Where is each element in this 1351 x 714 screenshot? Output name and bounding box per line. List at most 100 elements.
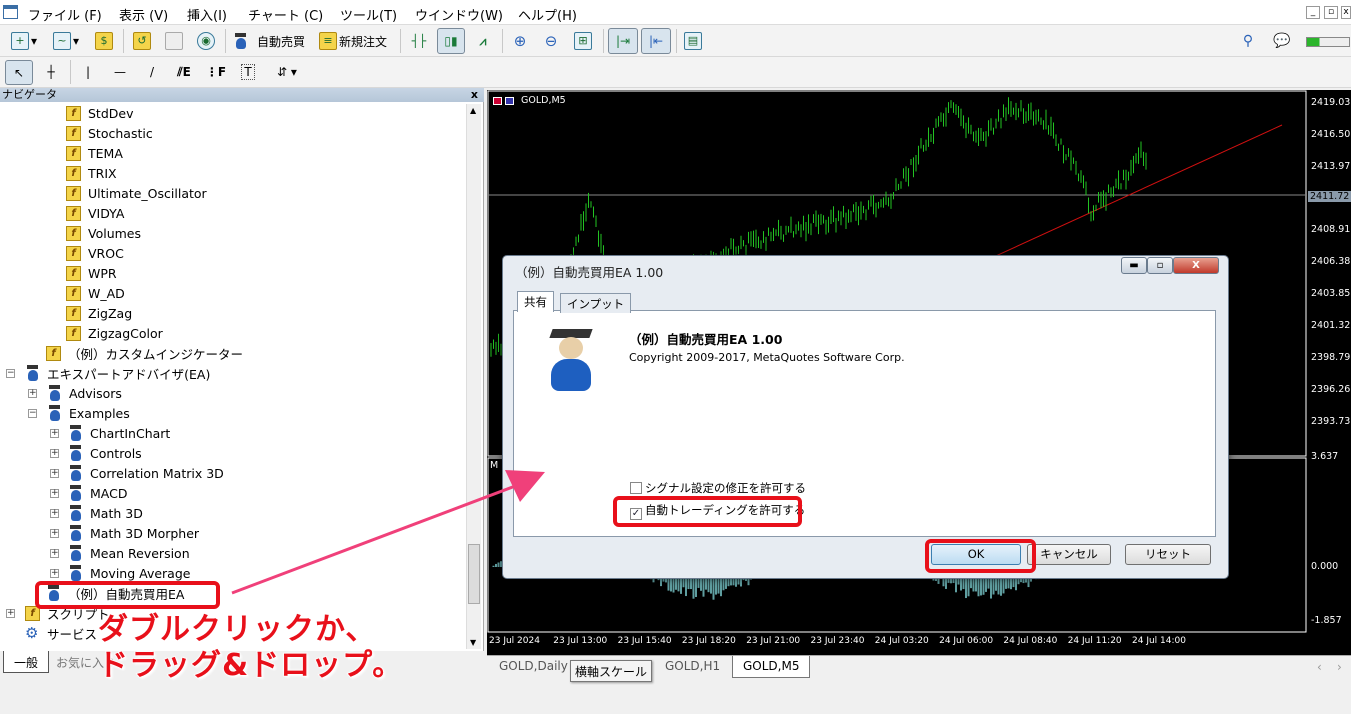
nav-examples[interactable]: Examples bbox=[47, 403, 130, 423]
chart-shift-button[interactable]: |⇤ bbox=[641, 28, 671, 54]
history-button[interactable]: ↺ bbox=[130, 29, 154, 53]
bar-chart-button[interactable]: ┤├ bbox=[406, 29, 432, 53]
menu-view[interactable]: 表示 (V) bbox=[119, 5, 168, 24]
auto-trading-button[interactable]: 自動売買 bbox=[232, 29, 306, 53]
zoom-out-button[interactable]: ⊖ bbox=[538, 29, 564, 53]
restore-button[interactable]: ▫ bbox=[1324, 6, 1338, 19]
nav-expert-advisors[interactable]: エキスパートアドバイザ(EA) bbox=[25, 363, 210, 383]
expand-toggle-icon[interactable]: + bbox=[28, 389, 37, 398]
tree-item-label: TEMA bbox=[88, 145, 123, 161]
reset-button[interactable]: リセット bbox=[1125, 544, 1211, 565]
tab-gold-daily[interactable]: GOLD,Daily bbox=[489, 656, 578, 678]
trendline-button[interactable]: / bbox=[140, 60, 164, 84]
expand-toggle-icon[interactable]: + bbox=[50, 509, 59, 518]
market-watch-button[interactable]: $ bbox=[92, 29, 116, 53]
menu-file[interactable]: ファイル (F) bbox=[28, 5, 102, 24]
crosshair-button[interactable]: ┼ bbox=[38, 60, 64, 84]
strategy-tester-button[interactable] bbox=[162, 29, 186, 53]
tab-gold-h1[interactable]: GOLD,H1 bbox=[655, 656, 730, 678]
auto-scroll-button[interactable]: |⇥ bbox=[608, 28, 638, 54]
nav-indicator[interactable]: f ZigZag bbox=[66, 303, 132, 323]
nav-indicator[interactable]: f TEMA bbox=[66, 143, 123, 163]
dialog-maximize-button[interactable]: ▫ bbox=[1147, 257, 1173, 274]
tab-general[interactable]: 一般 bbox=[3, 651, 50, 673]
tab-inputs[interactable]: インプット bbox=[560, 293, 632, 313]
nav-indicator[interactable]: f WPR bbox=[66, 263, 117, 283]
expand-toggle-icon[interactable]: − bbox=[28, 409, 37, 418]
nav-indicator[interactable]: f TRIX bbox=[66, 163, 117, 183]
indicator-tick-label: 0.000 bbox=[1311, 561, 1339, 572]
menu-help[interactable]: ヘルプ(H) bbox=[518, 5, 577, 24]
expand-toggle-icon[interactable]: + bbox=[50, 529, 59, 538]
menu-insert[interactable]: 挿入(I) bbox=[187, 5, 227, 24]
navigator-close-button[interactable]: x bbox=[471, 88, 478, 102]
nav-example-item[interactable]: Moving Average bbox=[68, 563, 190, 583]
new-order-button[interactable]: ≡ 新規注文 bbox=[316, 29, 390, 53]
nav-advisors[interactable]: Advisors bbox=[47, 383, 122, 403]
chat-button[interactable]: 💬 bbox=[1268, 29, 1296, 53]
profiles-button[interactable]: ~ ▾ bbox=[48, 29, 84, 53]
new-chart-button[interactable]: + ▾ bbox=[6, 29, 42, 53]
navigator-scrollbar[interactable]: ▲ ▼ bbox=[466, 104, 481, 649]
expand-toggle-icon[interactable]: + bbox=[50, 569, 59, 578]
nav-indicator[interactable]: f W_AD bbox=[66, 283, 125, 303]
menu-chart[interactable]: チャート (C) bbox=[248, 5, 323, 24]
expand-toggle-icon[interactable]: − bbox=[6, 369, 15, 378]
nav-indicator[interactable]: f Ultimate_Oscillator bbox=[66, 183, 207, 203]
nav-example-item[interactable]: Controls bbox=[68, 443, 142, 463]
dialog-minimize-button[interactable]: ▬ bbox=[1121, 257, 1147, 274]
nav-example-item[interactable]: Math 3D bbox=[68, 503, 143, 523]
signals-button[interactable]: ◉ bbox=[194, 29, 218, 53]
new-order-icon: ≡ bbox=[318, 32, 337, 50]
scroll-up-icon[interactable]: ▲ bbox=[470, 106, 476, 115]
nav-indicator[interactable]: f Volumes bbox=[66, 223, 141, 243]
nav-indicator[interactable]: f Stochastic bbox=[66, 123, 153, 143]
templates-button[interactable]: ▤ bbox=[680, 29, 706, 53]
nav-indicator[interactable]: f VROC bbox=[66, 243, 124, 263]
nav-example-item[interactable]: Mean Reversion bbox=[68, 543, 190, 563]
candlestick-button[interactable]: ▯▮ bbox=[437, 28, 465, 54]
search-button[interactable]: ⚲ bbox=[1236, 29, 1260, 53]
tab-scroll-left-icon[interactable]: ‹ bbox=[1317, 660, 1322, 674]
signal-checkbox-row[interactable]: シグナル設定の修正を許可する bbox=[630, 480, 806, 496]
dialog-close-button[interactable]: X bbox=[1173, 257, 1219, 274]
elliott-button[interactable]: ⫽E bbox=[172, 60, 196, 84]
arrows-button[interactable]: ⇵ ▾ bbox=[268, 60, 306, 84]
signal-checkbox[interactable] bbox=[630, 482, 642, 494]
menu-window[interactable]: ウインドウ(W) bbox=[415, 5, 503, 24]
nav-indicator[interactable]: f StdDev bbox=[66, 103, 133, 123]
tab-common[interactable]: 共有 bbox=[517, 291, 554, 312]
text-button[interactable]: T bbox=[236, 60, 260, 84]
cancel-button[interactable]: キャンセル bbox=[1027, 544, 1111, 565]
expand-toggle-icon[interactable]: + bbox=[50, 549, 59, 558]
minimize-button[interactable]: _ bbox=[1306, 6, 1320, 19]
tab-scroll-right-icon[interactable]: › bbox=[1337, 660, 1342, 674]
fibonacci-button[interactable]: ⋮F bbox=[204, 60, 228, 84]
vertical-line-button[interactable]: | bbox=[76, 60, 100, 84]
expert-advisor-icon bbox=[68, 545, 84, 561]
cursor-button[interactable]: ↖ bbox=[5, 60, 33, 85]
nav-example-item[interactable]: Math 3D Morpher bbox=[68, 523, 199, 543]
expand-toggle-icon[interactable]: + bbox=[50, 429, 59, 438]
line-chart-button[interactable]: ⩘ bbox=[470, 29, 496, 53]
nav-custom-indicator[interactable]: f （例）カスタムインジケーター bbox=[46, 343, 243, 363]
nav-example-item[interactable]: ChartInChart bbox=[68, 423, 170, 443]
signal-icon: ◉ bbox=[197, 32, 215, 50]
close-button[interactable]: x bbox=[1341, 6, 1351, 19]
expand-toggle-icon[interactable]: + bbox=[6, 609, 15, 618]
expand-toggle-icon[interactable]: + bbox=[50, 489, 59, 498]
scrollbar-thumb[interactable] bbox=[468, 544, 480, 604]
nav-example-item[interactable]: MACD bbox=[68, 483, 127, 503]
expand-toggle-icon[interactable]: + bbox=[50, 449, 59, 458]
scroll-down-icon[interactable]: ▼ bbox=[470, 638, 476, 647]
nav-indicator[interactable]: f VIDYA bbox=[66, 203, 124, 223]
expand-toggle-icon[interactable]: + bbox=[50, 469, 59, 478]
nav-services[interactable]: ⚙ サービス bbox=[25, 623, 97, 643]
nav-indicator[interactable]: f ZigzagColor bbox=[66, 323, 163, 343]
menu-tools[interactable]: ツール(T) bbox=[340, 5, 397, 24]
tile-windows-button[interactable]: ⊞ bbox=[570, 29, 596, 53]
nav-example-item[interactable]: Correlation Matrix 3D bbox=[68, 463, 224, 483]
tab-gold-m5[interactable]: GOLD,M5 bbox=[732, 656, 811, 678]
horizontal-line-button[interactable]: — bbox=[108, 60, 132, 84]
zoom-in-button[interactable]: ⊕ bbox=[507, 29, 533, 53]
